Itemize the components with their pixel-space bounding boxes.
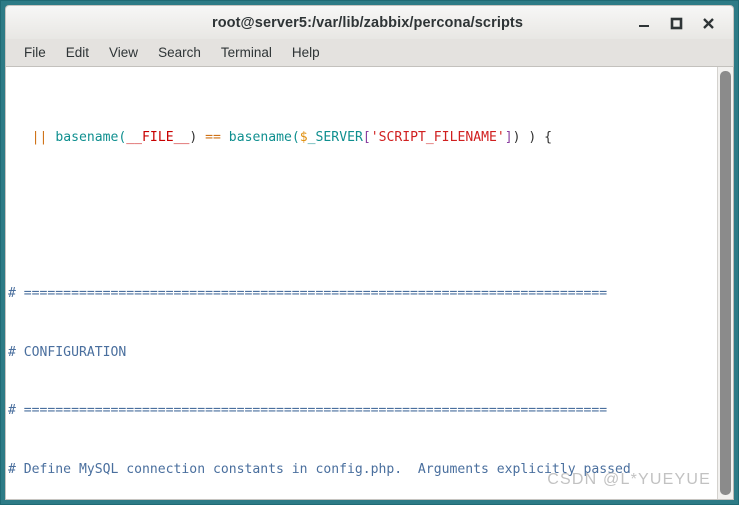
code-line-basename: || basename(__FILE__) == basename($_SERV…: [8, 128, 717, 148]
menu-item-edit[interactable]: Edit: [56, 42, 99, 63]
file-magic-constant: __FILE__: [126, 129, 190, 145]
terminal-screen[interactable]: || basename(__FILE__) == basename($_SERV…: [6, 67, 717, 499]
csdn-watermark: CSDN @L*YUEYUE: [547, 471, 711, 488]
maximize-button[interactable]: [669, 15, 683, 31]
title-bar[interactable]: root@server5:/var/lib/zabbix/percona/scr…: [5, 5, 734, 39]
line-tail: ) ) {: [512, 129, 553, 145]
equality-operator: ==: [205, 129, 221, 145]
paren-close-1: ): [189, 129, 206, 145]
window-controls: [637, 15, 733, 31]
menu-item-search[interactable]: Search: [148, 42, 211, 63]
bracket-open: [: [362, 129, 371, 145]
or-operator: ||: [31, 129, 48, 145]
menu-item-terminal[interactable]: Terminal: [211, 42, 282, 63]
script-filename-key: 'SCRIPT_FILENAME': [370, 129, 505, 145]
scrollbar-thumb[interactable]: [720, 71, 731, 495]
menu-item-view[interactable]: View: [99, 42, 148, 63]
comment-divider-top: # ======================================…: [8, 286, 608, 302]
menu-item-file[interactable]: File: [14, 42, 56, 63]
minimize-button[interactable]: [637, 15, 651, 31]
server-superglobal: _SERVER: [307, 129, 363, 145]
basename-call-1: basename(: [47, 129, 127, 145]
comment-configuration-header: # CONFIGURATION: [8, 344, 127, 360]
basename-call-2: basename(: [220, 129, 300, 145]
close-button[interactable]: [701, 15, 715, 31]
vertical-scrollbar[interactable]: [717, 67, 733, 499]
bracket-close: ]: [504, 129, 513, 145]
menu-bar: File Edit View Search Terminal Help: [5, 39, 734, 67]
window-title: root@server5:/var/lib/zabbix/percona/scr…: [211, 14, 524, 31]
dollar-sigil: $: [299, 129, 308, 145]
menu-item-help[interactable]: Help: [282, 42, 330, 63]
comment-divider-second: # ======================================…: [8, 403, 608, 419]
terminal-window: root@server5:/var/lib/zabbix/percona/scr…: [0, 0, 739, 505]
terminal-body: || basename(__FILE__) == basename($_SERV…: [5, 67, 734, 500]
